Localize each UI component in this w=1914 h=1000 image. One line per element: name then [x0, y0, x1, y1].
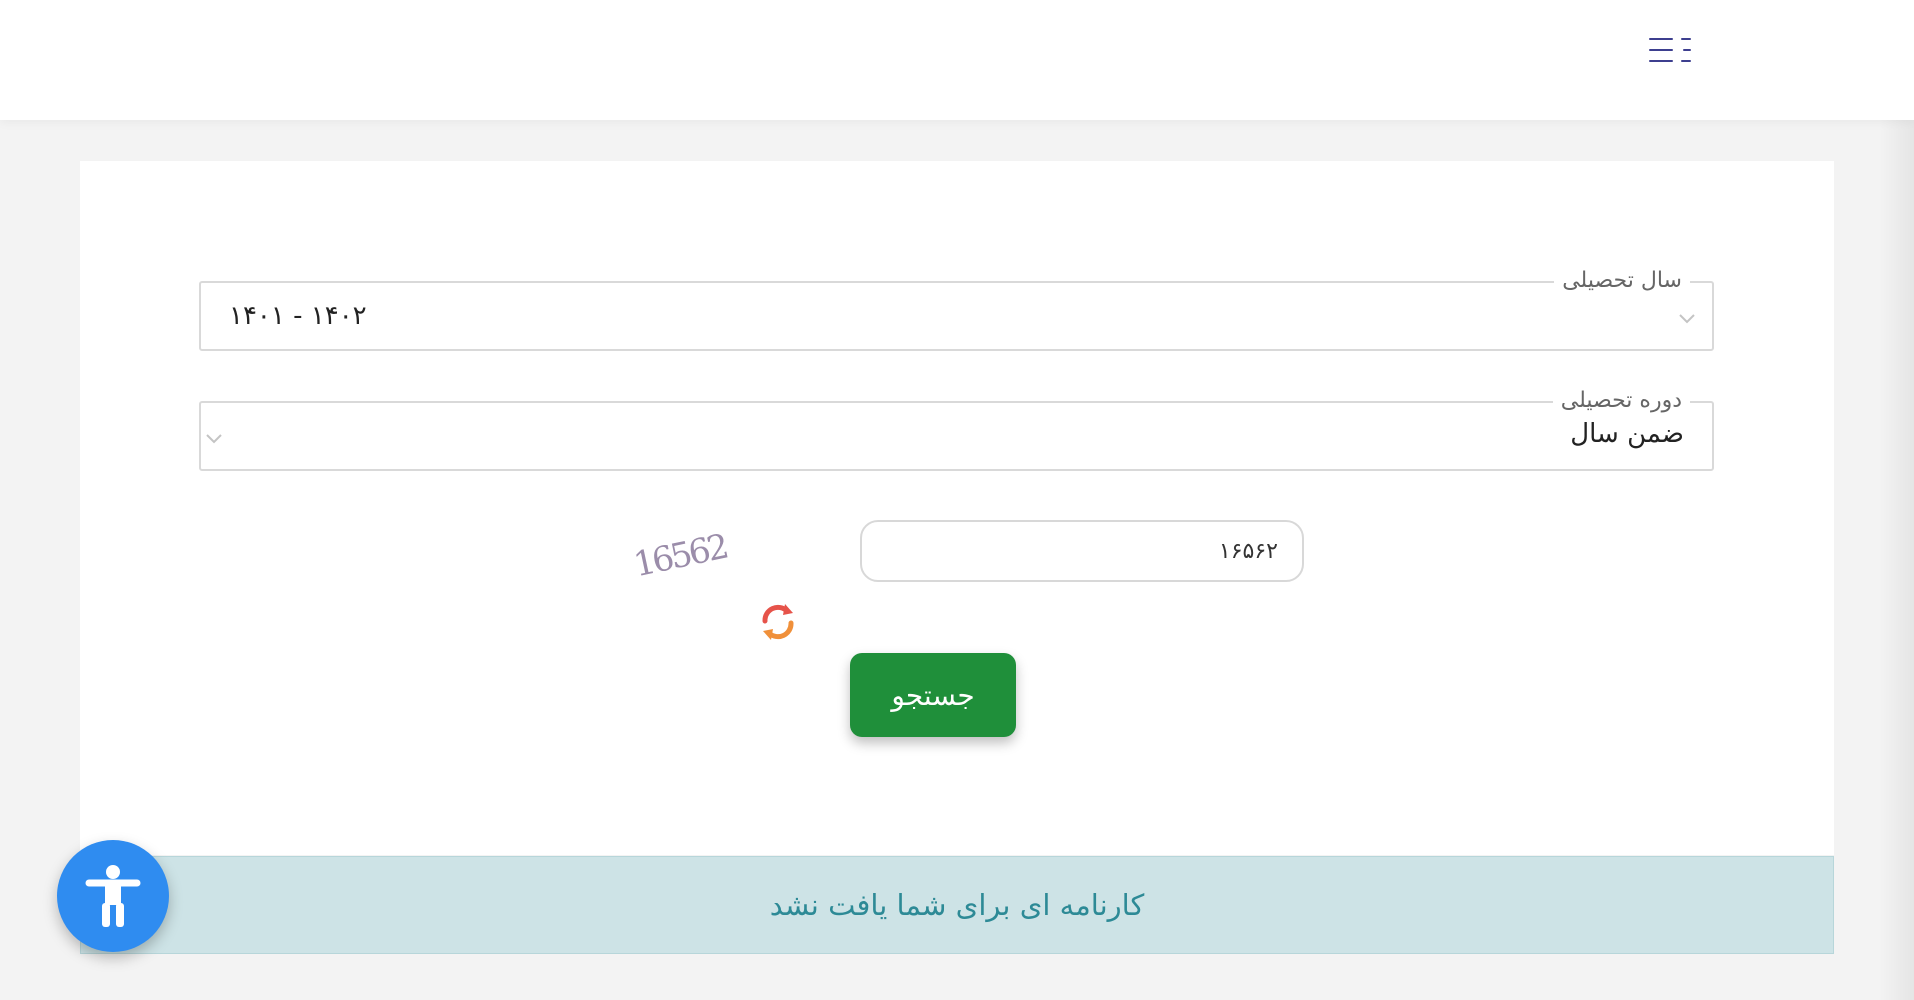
academic-year-label: سال تحصیلی	[1554, 266, 1690, 296]
captcha-image-text: 16562	[630, 527, 730, 586]
top-bar	[0, 0, 1914, 120]
report-card-form: سال تحصیلی ۱۴۰۱ - ۱۴۰۲ دوره تحصیلی ضمن س…	[80, 161, 1834, 855]
captcha-input[interactable]	[860, 520, 1304, 582]
refresh-icon	[762, 604, 794, 640]
academic-period-value: ضمن سال	[1570, 419, 1684, 449]
search-button[interactable]: جستجو	[850, 653, 1016, 737]
academic-year-select[interactable]: سال تحصیلی ۱۴۰۱ - ۱۴۰۲	[199, 266, 1714, 351]
accessibility-icon	[85, 865, 141, 927]
chevron-down-icon	[1679, 314, 1695, 324]
academic-period-select[interactable]: دوره تحصیلی ضمن سال	[199, 386, 1714, 471]
menu-toggle-button[interactable]	[1648, 30, 1694, 70]
hamburger-menu-icon	[1649, 38, 1691, 62]
academic-year-value: ۱۴۰۱ - ۱۴۰۲	[229, 301, 367, 331]
page-edge-shadow	[1880, 120, 1914, 1000]
alert-message: کارنامه ای برای شما یافت نشد	[769, 888, 1145, 922]
academic-period-label: دوره تحصیلی	[1552, 386, 1690, 416]
captcha-image: 16562	[630, 527, 730, 586]
captcha-refresh-button[interactable]	[757, 601, 799, 643]
no-report-alert: کارنامه ای برای شما یافت نشد	[80, 856, 1834, 954]
accessibility-button[interactable]	[57, 840, 169, 952]
chevron-down-icon	[206, 434, 222, 444]
